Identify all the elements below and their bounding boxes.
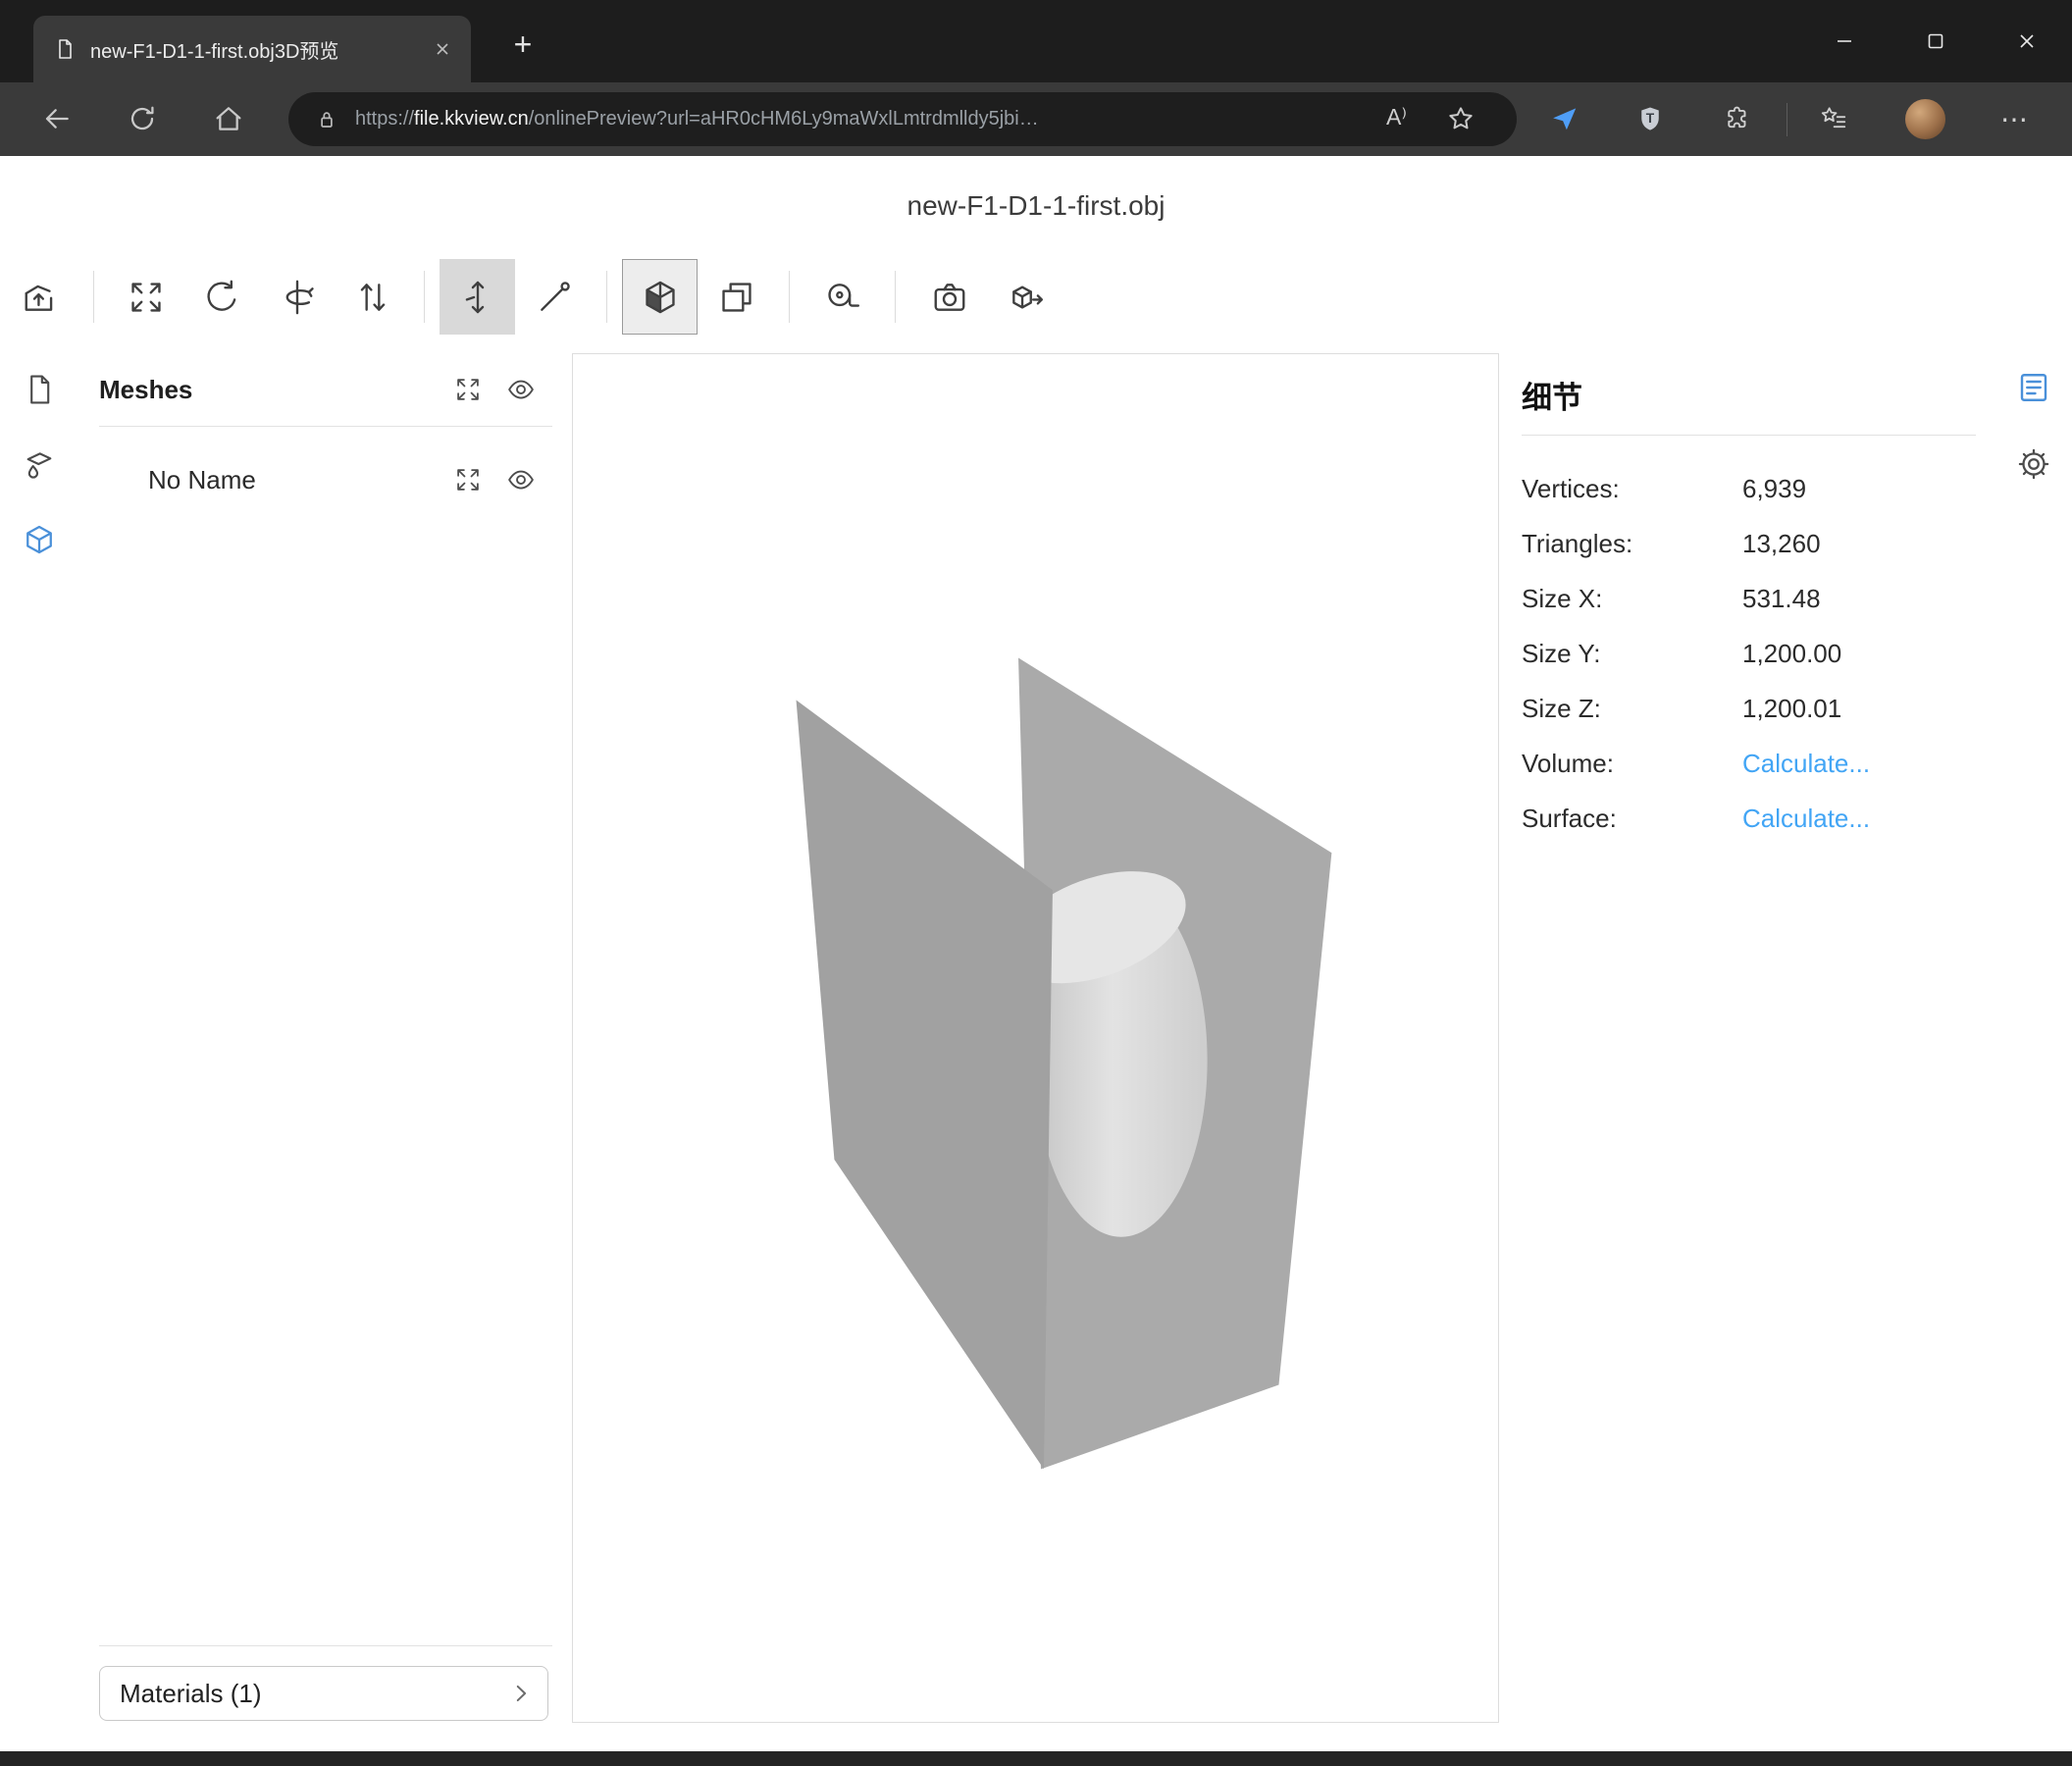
calculate-volume-link[interactable]: Calculate... <box>1742 749 1870 779</box>
tab-close-icon[interactable] <box>428 34 457 64</box>
wireframe-view-button[interactable] <box>699 259 774 335</box>
detail-row: Surface: Calculate... <box>1522 791 1976 846</box>
materials-label: Materials (1) <box>120 1679 508 1709</box>
profile-avatar[interactable] <box>1905 99 1945 139</box>
extension-blue-icon[interactable] <box>1537 91 1592 146</box>
detail-value: 531.48 <box>1742 584 1821 614</box>
detail-label: Triangles: <box>1522 529 1742 559</box>
detail-label: Size Z: <box>1522 694 1742 724</box>
toolbar-separator <box>789 271 790 323</box>
toolbar-separator <box>606 271 607 323</box>
meshes-header: Meshes <box>99 353 552 426</box>
favorite-star-icon[interactable] <box>1446 104 1476 133</box>
toolbar-separator <box>424 271 425 323</box>
minimize-button[interactable] <box>1798 0 1890 82</box>
detail-row: Volume: Calculate... <box>1522 736 1976 791</box>
shaded-view-button[interactable] <box>622 259 698 335</box>
details-rows: Vertices: 6,939 Triangles: 13,260 Size X… <box>1522 461 1976 846</box>
left-rail <box>0 353 78 942</box>
browser-navbar: https://file.kkview.cn/onlinePreview?url… <box>0 82 2072 156</box>
move-tool-button[interactable] <box>440 259 515 335</box>
detail-label: Size X: <box>1522 584 1742 614</box>
back-button[interactable] <box>29 91 84 146</box>
viewer-toolbar <box>0 259 2072 336</box>
favorites-list-icon[interactable] <box>1806 91 1861 146</box>
details-title: 细节 <box>1522 353 1976 417</box>
measure-button[interactable] <box>804 259 880 335</box>
settings-more-icon[interactable]: ⋯ <box>1987 91 2042 146</box>
browser-tab[interactable]: new-F1-D1-1-first.obj3D预览 <box>33 16 471 82</box>
materials-button[interactable]: Materials (1) <box>99 1666 548 1721</box>
close-button[interactable] <box>1981 0 2072 82</box>
details-tab[interactable] <box>2015 369 2052 406</box>
url-text: https://file.kkview.cn/onlinePreview?url… <box>355 108 1039 130</box>
window-bottom-edge <box>0 1751 2072 1766</box>
screenshot-button[interactable] <box>911 259 987 335</box>
open-model-button[interactable] <box>2 259 78 335</box>
detail-value: 1,200.01 <box>1742 694 1841 724</box>
mesh-name: No Name <box>148 465 431 495</box>
window-titlebar: new-F1-D1-1-first.obj3D预览 + <box>0 0 2072 82</box>
lock-icon <box>314 107 339 132</box>
settings-gear-icon[interactable] <box>2015 445 2052 483</box>
svg-text:T: T <box>1646 111 1655 126</box>
materials-tab[interactable] <box>21 445 58 483</box>
details-panel: 细节 Vertices: 6,939 Triangles: 13,260 Siz… <box>1522 353 1976 846</box>
draw-line-button[interactable] <box>516 259 592 335</box>
right-rail <box>1995 353 2072 648</box>
mesh-zoom-to-fit-icon[interactable] <box>452 464 484 495</box>
extensions-puzzle-icon[interactable] <box>1710 91 1765 146</box>
home-button[interactable] <box>201 91 256 146</box>
detail-label: Surface: <box>1522 804 1742 834</box>
meshes-panel: Meshes No Name Materials (1) <box>99 353 552 1723</box>
divider <box>99 426 552 427</box>
refresh-button[interactable] <box>115 91 170 146</box>
mesh-list-item[interactable]: No Name <box>99 442 552 517</box>
read-aloud-icon[interactable]: A⁾ <box>1386 104 1407 130</box>
window-controls <box>1798 0 2072 82</box>
fit-view-button[interactable] <box>108 259 183 335</box>
maximize-button[interactable] <box>1890 0 1981 82</box>
divider <box>99 1645 552 1646</box>
meshes-title: Meshes <box>99 375 431 405</box>
rotate-axis-button[interactable] <box>259 259 335 335</box>
file-info-tab[interactable] <box>21 371 58 408</box>
detail-label: Vertices: <box>1522 474 1742 504</box>
detail-value: 1,200.00 <box>1742 639 1841 669</box>
mesh-visibility-eye-icon[interactable] <box>505 464 537 495</box>
model-tab[interactable] <box>21 521 58 558</box>
divider <box>1522 435 1976 436</box>
tab-title: new-F1-D1-1-first.obj3D预览 <box>90 35 414 64</box>
new-tab-button[interactable]: + <box>500 22 545 67</box>
detail-value: 6,939 <box>1742 474 1806 504</box>
toolbar-separator <box>93 271 94 323</box>
meshes-zoom-to-fit-icon[interactable] <box>452 374 484 405</box>
detail-label: Volume: <box>1522 749 1742 779</box>
page-title: new-F1-D1-1-first.obj <box>0 190 2072 222</box>
page-favicon-icon <box>53 37 77 61</box>
detail-row: Vertices: 6,939 <box>1522 461 1976 516</box>
extension-shield-icon[interactable]: T <box>1623 91 1678 146</box>
detail-row: Size Y: 1,200.00 <box>1522 626 1976 681</box>
chevron-right-icon <box>508 1681 534 1706</box>
detail-row: Size X: 531.48 <box>1522 571 1976 626</box>
detail-row: Size Z: 1,200.01 <box>1522 681 1976 736</box>
model-viewport[interactable] <box>572 353 1499 1723</box>
detail-label: Size Y: <box>1522 639 1742 669</box>
toolbar-separator <box>895 271 896 323</box>
address-bar[interactable]: https://file.kkview.cn/onlinePreview?url… <box>288 92 1517 146</box>
meshes-visibility-eye-icon[interactable] <box>505 374 537 405</box>
export-model-button[interactable] <box>988 259 1063 335</box>
model-render <box>573 354 1498 1722</box>
calculate-surface-link[interactable]: Calculate... <box>1742 804 1870 834</box>
detail-row: Triangles: 13,260 <box>1522 516 1976 571</box>
detail-value: 13,260 <box>1742 529 1821 559</box>
rotate-free-button[interactable] <box>183 259 259 335</box>
swap-updown-button[interactable] <box>335 259 410 335</box>
